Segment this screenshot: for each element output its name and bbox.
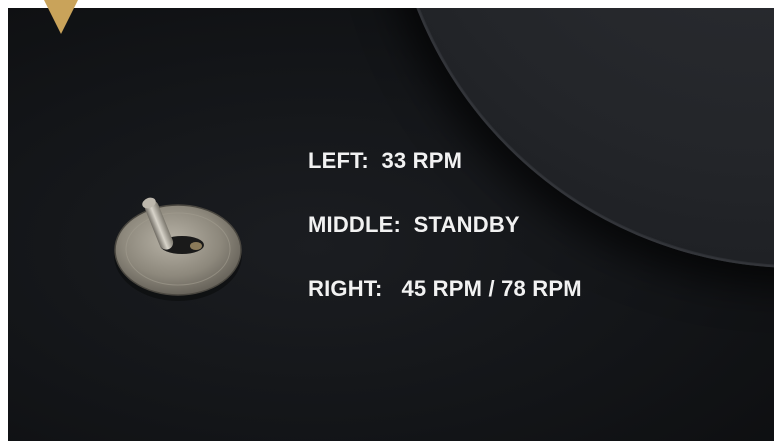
position-marker-icon — [44, 0, 78, 34]
caption-left-line: LEFT: 33 RPM — [308, 148, 463, 173]
product-photo: LEFT: 33 RPM MIDDLE: STANDBY RIGHT: 45 R… — [8, 8, 774, 441]
caption-right-line: RIGHT: 45 RPM / 78 RPM — [308, 276, 582, 301]
speed-toggle-switch — [112, 193, 244, 303]
caption-middle-line: MIDDLE: STANDBY — [308, 212, 520, 237]
